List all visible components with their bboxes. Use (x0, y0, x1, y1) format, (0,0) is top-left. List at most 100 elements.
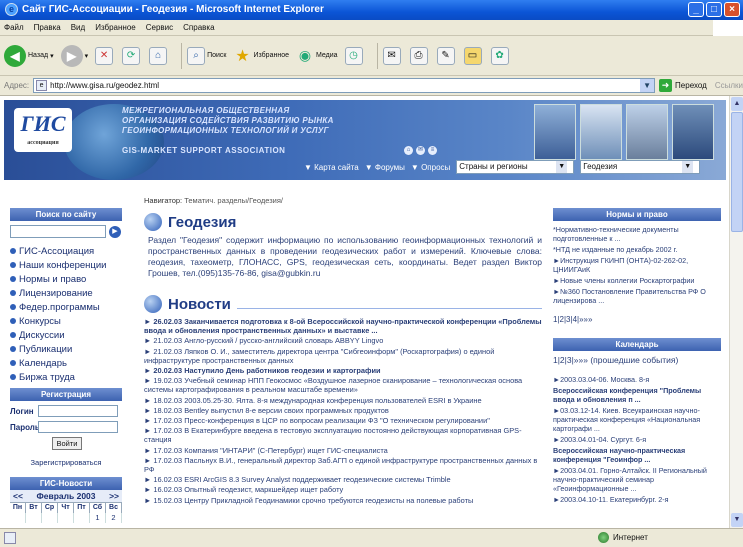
news-item[interactable]: ► 17.02.03 Пасльнух В.И., генеральный ди… (144, 456, 542, 474)
sidebar-item-jobs[interactable]: Биржа труда (10, 370, 122, 384)
event-item[interactable]: ►03.03.12-14. Киев. Всеукраинская научно… (553, 406, 721, 433)
events-list: ►2003.03.04-06. Москва. 8-я Всероссийская… (553, 375, 721, 504)
news-item[interactable]: ► 17.02.03 Компания "ИНТАРИ" (С-Петербур… (144, 446, 542, 455)
search-button[interactable]: ⌕ Поиск (187, 46, 227, 65)
news-item[interactable]: ► 17.02.03 В Екатеринбурге введена в тес… (144, 426, 542, 444)
news-item[interactable]: ► 18.02.03 Bentley выпустил 8-е версии с… (144, 406, 542, 415)
password-field[interactable] (38, 421, 118, 433)
sidebar-item-discussions[interactable]: Дискуссии (10, 328, 122, 342)
sidebar-item-licensing[interactable]: Лицензирование (10, 286, 122, 300)
sidebar-item-norms[interactable]: Нормы и право (10, 272, 122, 286)
menu-favorites[interactable]: Избранное (95, 23, 136, 32)
event-item[interactable]: ►2003.04.01-04. Сургут. 6-я (553, 435, 721, 444)
go-button[interactable]: ➜ Переход (659, 79, 707, 92)
history-button[interactable]: ◷ (344, 46, 365, 65)
sitemap-icon[interactable]: ≡ (428, 146, 437, 155)
news-item[interactable]: ► 16.02.03 Опытный геодезист, маркшейдер… (144, 485, 542, 494)
norms-item[interactable]: *НТД не изданные по декабрь 2002 г. (553, 245, 721, 254)
polls-link[interactable]: ▼ Опросы (411, 163, 450, 172)
news-item[interactable]: ► 16.02.03 ESRI ArcGIS 8.3 Survey Analys… (144, 475, 542, 484)
go-label: Переход (675, 81, 707, 90)
news-item[interactable]: ► 17.02.03 Пресс-конференция в ЦСР по во… (144, 416, 542, 425)
menu-view[interactable]: Вид (71, 23, 85, 32)
logo-text: ГИС (20, 111, 66, 136)
home-button[interactable]: ⌂ (149, 46, 169, 65)
sidebar-item-federal-programs[interactable]: Федер.программы (10, 300, 122, 314)
calendar-day[interactable]: 2 (106, 513, 122, 523)
calendar-next-button[interactable]: >> (109, 491, 119, 501)
news-item[interactable]: ► 18.02.03 2003.05.25-30. Ялта. 8-я межд… (144, 396, 542, 405)
sitemap-link[interactable]: ▼ Карта сайта (304, 163, 359, 172)
stop-button[interactable]: ✕ (95, 46, 115, 65)
topic-select[interactable]: Геодезия ▼ (580, 160, 701, 174)
news-title: Новости (168, 295, 231, 313)
norms-item[interactable]: *Нормативно-технические документы подгот… (553, 225, 721, 243)
forums-link[interactable]: ▼ Форумы (365, 163, 405, 172)
section-globe-icon (144, 213, 162, 231)
news-item[interactable]: ► 19.02.03 Учебный семинар НПП Геокосмос… (144, 376, 542, 394)
calendar-nav: << Февраль 2003 >> (10, 490, 122, 502)
folder-button[interactable]: ▭ (463, 46, 484, 65)
norms-item[interactable]: ►Новые члены коллегии Роскартографии (553, 276, 721, 285)
address-input[interactable]: e http://www.gisa.ru/geodez.html ▼ (33, 78, 656, 93)
norms-pager[interactable]: 1|2|3|4|»»» (553, 315, 721, 324)
home-icon[interactable]: ⌂ (404, 146, 413, 155)
calendar-pager[interactable]: 1|2|3|»»» (прошедшие события) (553, 355, 721, 365)
back-button[interactable]: ◀ Назад ▾ (4, 44, 54, 67)
login-field[interactable] (38, 405, 118, 417)
menu-edit[interactable]: Правка (34, 23, 61, 32)
news-item[interactable]: ► 21.02.03 Ляпков О. И., заместитель дир… (144, 347, 542, 365)
event-item[interactable]: ►2003.04.01. Горно-Алтайск. II Региональ… (553, 466, 721, 493)
scroll-down-button[interactable]: ▼ (731, 513, 743, 527)
breadcrumb-path[interactable]: Тематич. разделы/Геодезия/ (184, 196, 283, 205)
calendar-day (58, 513, 74, 523)
norms-item[interactable]: ►№360 Постановление Правительства РФ О л… (553, 287, 721, 305)
links-button[interactable]: Ссылки (715, 81, 743, 90)
bullet-icon (10, 290, 16, 296)
event-item[interactable]: ►2003.03.04-06. Москва. 8-я (553, 375, 721, 384)
mail-icon[interactable]: ✉ (416, 146, 425, 155)
maximize-button[interactable]: □ (706, 2, 722, 17)
menu-tools[interactable]: Сервис (146, 23, 173, 32)
refresh-button[interactable]: ⟳ (122, 46, 142, 65)
news-item[interactable]: ► 20.02.03 Наступило День работников гео… (144, 366, 542, 375)
vertical-scrollbar[interactable]: ▲ ▼ (729, 96, 743, 528)
scroll-up-button[interactable]: ▲ (731, 97, 743, 111)
menu-file[interactable]: Файл (4, 23, 24, 32)
mail-button[interactable]: ✉ (382, 46, 403, 65)
news-item[interactable]: ► 21.02.03 Англо-русский / русско-англий… (144, 336, 542, 345)
sidebar-item-contests[interactable]: Конкурсы (10, 314, 122, 328)
event-item[interactable]: Всероссийская научно-практическая конфер… (553, 446, 721, 464)
sidebar-item-gis-association[interactable]: ГИС-Ассоциация (10, 244, 122, 258)
instrument-photo (534, 104, 576, 160)
edit-button[interactable]: ✎ (436, 46, 457, 65)
news-item[interactable]: ► 26.02.03 Заканчивается подготовка к 8-… (144, 317, 542, 335)
forward-button[interactable]: ▶ ▾ (60, 44, 88, 67)
search-go-button[interactable]: ▶ (109, 225, 121, 238)
media-button[interactable]: ◉ Медиа (296, 47, 338, 65)
site-logo[interactable]: ГИС ассоциация (14, 108, 72, 152)
minimize-button[interactable]: _ (688, 2, 704, 17)
close-button[interactable]: × (724, 2, 740, 17)
site-search-input[interactable] (10, 225, 106, 238)
register-link[interactable]: Зарегистрироваться (10, 458, 122, 467)
print-button[interactable]: ⎙ (409, 46, 430, 65)
messenger-button[interactable]: ✿ (490, 46, 511, 65)
menu-help[interactable]: Справка (183, 23, 214, 32)
calendar-day[interactable]: 1 (90, 513, 106, 523)
news-item[interactable]: ► 15.02.03 Центру Прикладной Геодинамики… (144, 496, 542, 505)
address-dropdown-icon[interactable]: ▼ (640, 79, 655, 92)
event-item[interactable]: Всероссийская конференция "Проблемы ввод… (553, 386, 721, 404)
region-select[interactable]: Страны и регионы ▼ (456, 160, 575, 174)
favorites-button[interactable]: ★ Избранное (234, 47, 289, 65)
scroll-thumb[interactable] (731, 112, 743, 232)
sidebar-item-conferences[interactable]: Наши конференции (10, 258, 122, 272)
event-item[interactable]: ►2003.04.10-11. Екатеринбург. 2-я (553, 495, 721, 504)
sidebar-item-publications[interactable]: Публикации (10, 342, 122, 356)
calendar-prev-button[interactable]: << (13, 491, 23, 501)
bullet-icon (10, 374, 16, 380)
sidebar-item-calendar[interactable]: Календарь (10, 356, 122, 370)
calendar-day (10, 513, 26, 523)
login-button[interactable]: Войти (52, 437, 82, 450)
norms-item[interactable]: ►Инструкция ГКИНП (ОНТА)-02-262-02, ЦНИИ… (553, 256, 721, 274)
